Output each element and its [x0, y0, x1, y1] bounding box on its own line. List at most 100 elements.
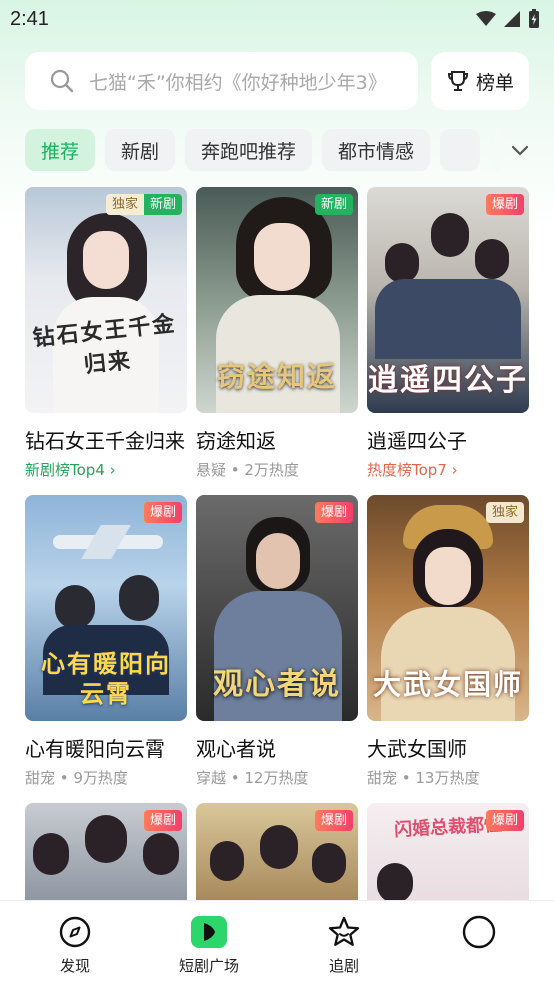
drama-card[interactable]: 观心者说 爆剧 观心者说 穿越 • 12万热度 [196, 495, 358, 788]
poster-face [254, 223, 310, 291]
drama-card[interactable]: 逍遥四公子 爆剧 逍遥四公子 热度榜Top7 › [367, 187, 529, 480]
rank-list-button[interactable]: 榜单 [431, 52, 529, 110]
drama-meta: 甜宠 • 13万热度 [367, 769, 480, 787]
hot-badge: 爆剧 [314, 502, 353, 523]
new-badge: 新剧 [314, 194, 353, 215]
drama-poster[interactable]: 逍遥四公子 爆剧 [367, 187, 529, 413]
drama-title: 观心者说 [196, 737, 276, 761]
poster-figure [55, 585, 95, 629]
badges: 爆剧 [143, 502, 182, 523]
drama-title: 心有暖阳向云霄 [25, 737, 165, 761]
category-tabs: 推荐 新剧 奔跑吧推荐 都市情感 [25, 129, 495, 171]
nav-short-drama[interactable]: 短剧广场 [159, 915, 259, 976]
poster-title-art: 窃途知返 [216, 360, 337, 393]
chevron-down-icon [511, 145, 529, 156]
drama-card[interactable]: 闪婚总裁都懂 爆剧 [367, 803, 529, 900]
rank-list-label: 榜单 [475, 71, 514, 94]
tab-new[interactable]: 新剧 [105, 129, 176, 171]
star-icon [328, 916, 360, 946]
drama-poster[interactable]: 爆剧 [196, 803, 358, 900]
drama-title: 逍遥四公子 [367, 429, 467, 453]
exclusive-badge: 独家 [485, 502, 524, 523]
hot-badge: 爆剧 [143, 502, 182, 523]
compass-icon [59, 916, 91, 948]
hot-badge: 爆剧 [485, 810, 524, 831]
badges: 独家 新剧 [105, 194, 182, 215]
drama-meta: 穿越 • 12万热度 [196, 769, 309, 787]
exclusive-badge: 独家 [105, 194, 144, 215]
status-time: 2:41 [10, 7, 49, 30]
hot-badge: 爆剧 [143, 810, 182, 831]
tab-recommend[interactable]: 推荐 [25, 129, 96, 171]
drama-meta[interactable]: 新剧榜Top4 › [25, 459, 187, 480]
poster-title-art: 观心者说 [213, 667, 341, 702]
status-bar: 2:41 [0, 0, 554, 38]
drama-card[interactable]: 心有暖阳向云霄 爆剧 心有暖阳向云霄 甜宠 • 9万热度 [25, 495, 187, 788]
poster-body [375, 279, 521, 359]
drama-meta[interactable]: 热度榜Top7 › [367, 459, 529, 480]
nav-profile[interactable] [429, 915, 529, 955]
drama-poster[interactable]: 窃途知返 新剧 [196, 187, 358, 413]
expand-tabs-button[interactable] [500, 136, 540, 166]
status-icons [476, 9, 540, 29]
poster-figure [119, 575, 159, 621]
nav-label: 发现 [59, 957, 90, 975]
tabs-fade [470, 129, 500, 171]
profile-icon [462, 915, 496, 949]
badges: 爆剧 [143, 810, 182, 831]
hot-badge: 爆剧 [314, 810, 353, 831]
drama-meta: 悬疑 • 2万热度 [196, 461, 299, 479]
poster-title-art: 心有暖阳向云霄 [41, 649, 171, 708]
drama-meta: 甜宠 • 9万热度 [25, 769, 128, 787]
drama-card[interactable]: 爆剧 [25, 803, 187, 900]
poster-body [216, 295, 340, 413]
drama-poster[interactable]: 爆剧 [25, 803, 187, 900]
poster-figure [33, 833, 69, 875]
poster-figure [260, 825, 298, 869]
search-input[interactable]: 七猫“禾”你相约《你好种地少年3》 [25, 52, 418, 110]
tab-keep-running[interactable]: 奔跑吧推荐 [185, 129, 313, 171]
drama-card[interactable]: 钻石女王千金归来 独家 新剧 钻石女王千金归来 新剧榜Top4 › [25, 187, 187, 480]
badges: 爆剧 [485, 810, 524, 831]
nav-discover[interactable]: 发现 [25, 915, 125, 976]
new-badge: 新剧 [143, 194, 182, 215]
drama-title: 钻石女王千金归来 [25, 429, 185, 453]
drama-title: 大武女国师 [367, 737, 467, 761]
poster-title-art: 大武女国师 [372, 668, 523, 701]
drama-poster[interactable]: 观心者说 爆剧 [196, 495, 358, 721]
poster-figure [475, 239, 509, 279]
wifi-icon [476, 11, 496, 26]
search-placeholder: 七猫“禾”你相约《你好种地少年3》 [89, 71, 387, 94]
badges: 爆剧 [314, 810, 353, 831]
signal-icon [504, 11, 520, 27]
drama-poster[interactable]: 大武女国师 独家 [367, 495, 529, 721]
nav-following[interactable]: 追剧 [294, 915, 394, 976]
drama-poster[interactable]: 闪婚总裁都懂 爆剧 [367, 803, 529, 900]
nav-label: 追剧 [328, 957, 359, 975]
hot-badge: 爆剧 [485, 194, 524, 215]
poster-figure [312, 843, 346, 883]
search-icon [50, 69, 74, 93]
poster-title-art: 钻石女王千金归来 [31, 310, 178, 379]
play-icon [191, 916, 227, 948]
poster-figure [210, 841, 244, 881]
drama-card[interactable]: 爆剧 [196, 803, 358, 900]
poster-face [256, 533, 300, 589]
drama-poster[interactable]: 钻石女王千金归来 独家 新剧 [25, 187, 187, 413]
badges: 新剧 [314, 194, 353, 215]
drama-title: 窃途知返 [196, 429, 276, 453]
poster-face [83, 231, 129, 289]
trophy-icon [447, 71, 468, 91]
drama-card[interactable]: 窃途知返 新剧 窃途知返 悬疑 • 2万热度 [196, 187, 358, 480]
drama-card[interactable]: 大武女国师 独家 大武女国师 甜宠 • 13万热度 [367, 495, 529, 788]
bottom-navigation: 发现 短剧广场 追剧 [0, 900, 554, 984]
badges: 爆剧 [485, 194, 524, 215]
poster-figure [385, 243, 419, 283]
drama-poster[interactable]: 心有暖阳向云霄 爆剧 [25, 495, 187, 721]
badges: 爆剧 [314, 502, 353, 523]
nav-label: 短剧广场 [178, 957, 239, 975]
poster-figure [377, 863, 413, 900]
badges: 独家 [485, 502, 524, 523]
tab-urban-romance[interactable]: 都市情感 [322, 129, 431, 171]
poster-figure [85, 815, 127, 863]
